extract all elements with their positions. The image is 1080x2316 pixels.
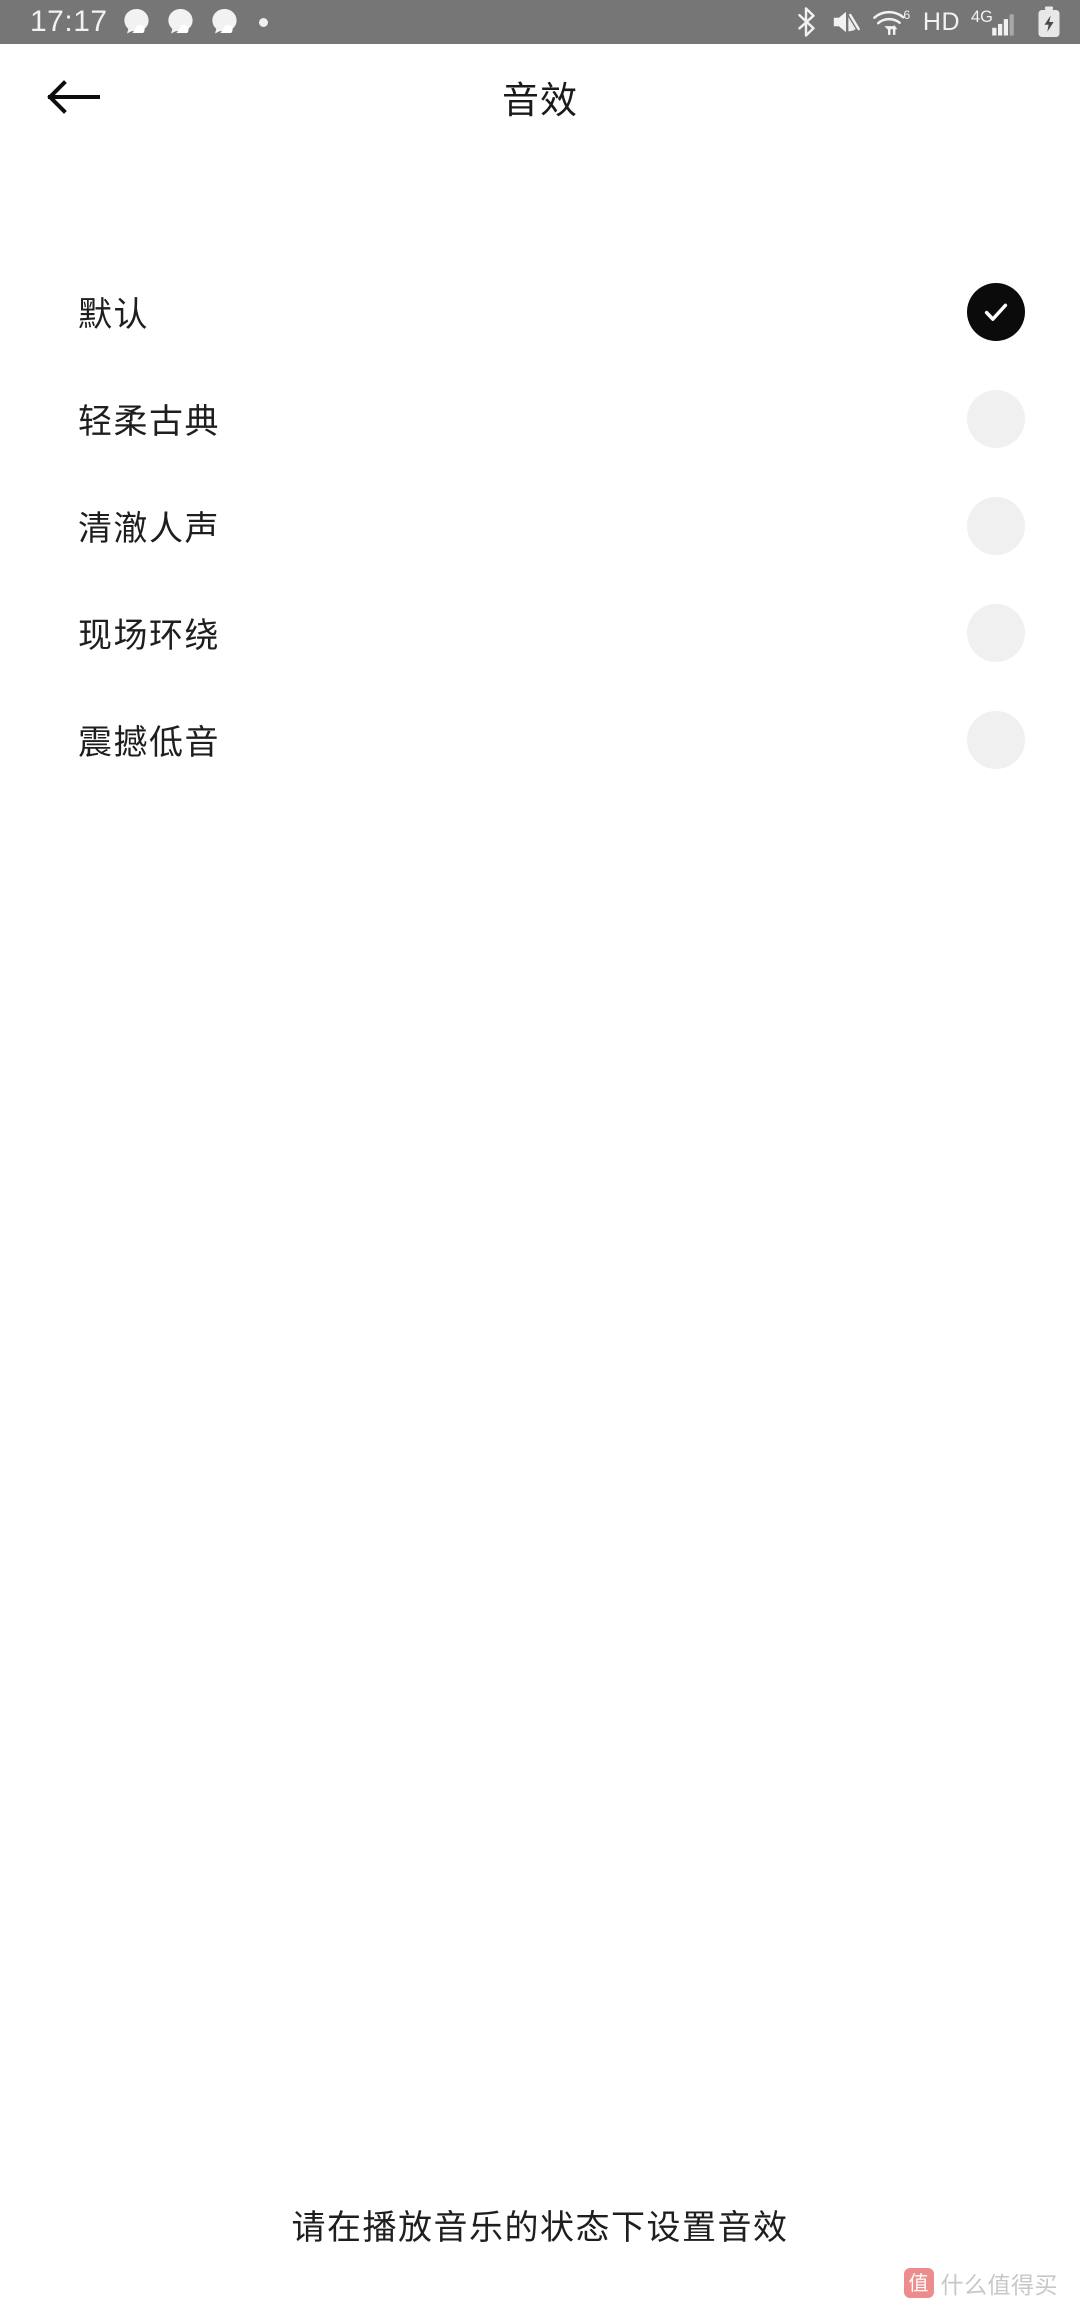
radio-selected[interactable] bbox=[967, 282, 1025, 341]
page-title: 音效 bbox=[502, 80, 578, 121]
list-item-label: 现场环绕 bbox=[78, 617, 220, 655]
list-item-label: 震撼低音 bbox=[78, 724, 220, 762]
bluetooth-icon bbox=[798, 7, 815, 37]
watermark-badge: 值 bbox=[903, 2268, 934, 2298]
4g-signal-icon: 4G bbox=[971, 8, 1014, 36]
list-item-label: 轻柔古典 bbox=[78, 403, 220, 441]
radio-unselected[interactable] bbox=[967, 603, 1025, 662]
app-screen: 17:17 6 HD 4G 音效 默认 轻柔古典 清澈人声 现场环绕 震撼低音 … bbox=[0, 0, 1080, 2316]
svg-text:4G: 4G bbox=[971, 8, 993, 26]
list-item[interactable]: 震撼低音 bbox=[0, 686, 1080, 793]
watermark-text: 什么值得买 bbox=[940, 2272, 1058, 2298]
sound-effect-list: 默认 轻柔古典 清澈人声 现场环绕 震撼低音 bbox=[0, 258, 1080, 793]
list-item-label: 默认 bbox=[78, 296, 149, 334]
volume-muted-icon bbox=[833, 11, 860, 33]
list-item[interactable]: 清澈人声 bbox=[0, 472, 1080, 579]
hd-icon: HD bbox=[922, 7, 960, 36]
list-item[interactable]: 轻柔古典 bbox=[0, 365, 1080, 472]
back-button[interactable] bbox=[30, 53, 118, 141]
status-bar-clock: 17:17 bbox=[30, 5, 108, 38]
list-item[interactable]: 现场环绕 bbox=[0, 579, 1080, 686]
status-bar-right: 6 HD 4G bbox=[794, 6, 1066, 38]
app-header: 音效 bbox=[0, 44, 1080, 150]
watermark: 值 什么值得买 bbox=[903, 2266, 1059, 2300]
wifi-6-icon: 6 bbox=[873, 8, 910, 35]
radio-unselected[interactable] bbox=[967, 496, 1025, 555]
check-icon bbox=[984, 303, 1008, 321]
battery-charging-icon bbox=[1038, 6, 1060, 37]
status-bar-left: 17:17 bbox=[30, 7, 268, 38]
list-item-label: 清澈人声 bbox=[78, 510, 220, 548]
qq-bubble-icon bbox=[123, 8, 149, 34]
dot-indicator-icon bbox=[258, 17, 268, 27]
radio-unselected[interactable] bbox=[967, 389, 1025, 448]
footer-hint: 请在播放音乐的状态下设置音效 bbox=[291, 2209, 789, 2247]
status-bar: 17:17 6 HD 4G bbox=[0, 0, 1080, 44]
qq-bubble-icon bbox=[167, 8, 193, 34]
list-item[interactable]: 默认 bbox=[0, 258, 1080, 365]
arrow-left-icon bbox=[47, 80, 100, 114]
radio-unselected[interactable] bbox=[967, 710, 1025, 769]
svg-text:6: 6 bbox=[903, 8, 910, 22]
qq-bubble-icon bbox=[211, 8, 237, 34]
